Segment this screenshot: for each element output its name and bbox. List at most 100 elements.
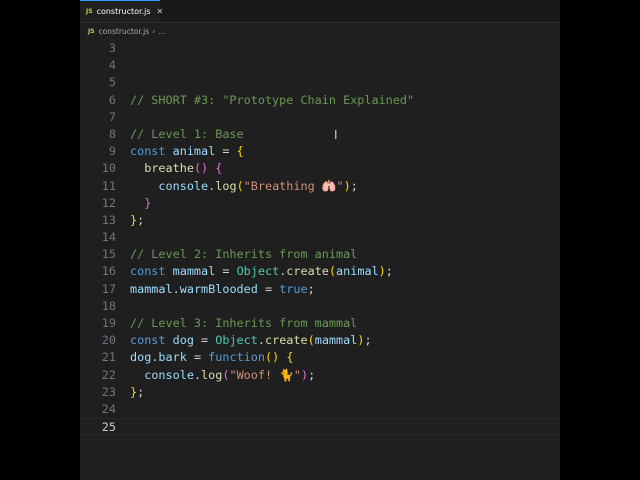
line-number: 23 bbox=[101, 384, 116, 399]
code-token: ) bbox=[343, 178, 351, 193]
code-token: { bbox=[215, 161, 223, 176]
code-token: ; bbox=[137, 384, 145, 399]
code-token: true bbox=[279, 281, 308, 296]
code-line[interactable]: 22 console.log("Woof! 🐈"); bbox=[80, 367, 560, 384]
code-line[interactable]: 6 // SHORT #3: "Prototype Chain Explained… bbox=[80, 92, 560, 109]
line-number: 10 bbox=[101, 161, 116, 176]
code-token: ( bbox=[236, 178, 244, 193]
code-area[interactable]: 3 4 5 6 // SHORT #3: "Prototype Chain Explai… bbox=[80, 40, 560, 436]
code-line[interactable]: 12 } bbox=[80, 195, 560, 212]
line-text: }; bbox=[130, 212, 144, 229]
line-text: // SHORT #3: "Prototype Chain Explained" bbox=[130, 92, 414, 109]
line-number: 9 bbox=[108, 144, 116, 159]
code-token: . bbox=[257, 333, 265, 348]
line-text: // Level 1: Base bbox=[130, 126, 244, 143]
code-token: function bbox=[208, 350, 265, 365]
code-token: () bbox=[264, 350, 280, 365]
code-token: = bbox=[215, 144, 237, 159]
code-token: . bbox=[193, 367, 202, 382]
code-token: dog bbox=[130, 350, 152, 365]
tab-bar: JS constructor.js ✕ bbox=[80, 0, 560, 23]
code-line[interactable]: 3 bbox=[80, 40, 560, 57]
line-number: 15 bbox=[101, 247, 116, 262]
line-number: 25 bbox=[101, 420, 116, 435]
code-line[interactable]: 24 bbox=[80, 401, 560, 418]
line-text: console.log("Breathing 🫁"); bbox=[130, 178, 357, 195]
code-token: // Level 2: Inherits from animal bbox=[130, 247, 358, 262]
tab-label: constructor.js bbox=[96, 7, 151, 16]
code-line[interactable]: 20 const dog = Object.create(mammal); bbox=[80, 332, 560, 349]
code-line[interactable]: 11 console.log("Breathing 🫁"); bbox=[80, 178, 560, 195]
code-token: ( bbox=[307, 333, 315, 348]
line-text: const mammal = Object.create(animal); bbox=[130, 263, 393, 280]
line-number: 21 bbox=[101, 350, 116, 365]
code-token: const bbox=[130, 264, 166, 279]
code-token: . bbox=[172, 281, 180, 296]
code-line[interactable]: 15 // Level 2: Inherits from animal bbox=[80, 246, 560, 263]
line-number: 18 bbox=[101, 298, 116, 313]
line-number: 8 bbox=[108, 126, 116, 141]
code-token: dog bbox=[172, 333, 194, 348]
code-line[interactable]: 14 bbox=[80, 229, 560, 246]
code-token: breathe bbox=[144, 161, 194, 176]
code-token: = bbox=[193, 333, 216, 348]
code-line[interactable]: 13}; bbox=[80, 212, 560, 229]
code-token: log bbox=[201, 367, 223, 382]
line-text: const dog = Object.create(mammal); bbox=[130, 332, 372, 349]
line-number: 4 bbox=[108, 58, 116, 73]
line-number: 20 bbox=[101, 333, 116, 348]
line-text: }; bbox=[130, 384, 144, 401]
code-line[interactable]: 18 bbox=[80, 298, 560, 315]
line-number: 11 bbox=[101, 178, 116, 193]
code-token: "Woof! 🐈" bbox=[229, 367, 301, 382]
code-line[interactable]: 9 const animal = { bbox=[80, 143, 560, 160]
code-token: = bbox=[257, 281, 280, 296]
line-text: breathe() { bbox=[130, 160, 222, 177]
line-number: 6 bbox=[108, 92, 116, 107]
code-line[interactable]: 5 bbox=[80, 74, 560, 91]
line-text: // Level 3: Inherits from mammal bbox=[130, 315, 357, 332]
code-line[interactable]: 21 dog.bark = function() { bbox=[80, 349, 560, 366]
code-token: console bbox=[158, 178, 209, 193]
code-token: // Level 1: Base bbox=[130, 126, 244, 141]
code-line[interactable]: 7 bbox=[80, 109, 560, 126]
breadcrumb-file[interactable]: constructor.js bbox=[99, 27, 150, 36]
code-token: { bbox=[286, 350, 294, 365]
mouse-ibeam-cursor-icon: I bbox=[334, 128, 338, 142]
code-token: console bbox=[144, 367, 194, 382]
line-number: 14 bbox=[101, 230, 116, 245]
code-token: ) bbox=[378, 264, 386, 279]
code-editor: JS constructor.js ✕ JS constructor.js › … bbox=[80, 0, 560, 480]
code-line[interactable]: 19 // Level 3: Inherits from mammal bbox=[80, 315, 560, 332]
code-line[interactable]: 23}; bbox=[80, 384, 560, 401]
code-line[interactable]: 4 bbox=[80, 57, 560, 74]
code-line[interactable]: 17 mammal.warmBlooded = true; bbox=[80, 281, 560, 298]
breadcrumb-more[interactable]: ... bbox=[158, 27, 165, 36]
code-line[interactable]: 10 breathe() { bbox=[80, 160, 560, 177]
code-line[interactable]: 16 const mammal = Object.create(animal); bbox=[80, 263, 560, 280]
line-text: mammal.warmBlooded = true; bbox=[130, 281, 315, 298]
line-text: dog.bark = function() { bbox=[130, 349, 293, 366]
code-token: ; bbox=[307, 281, 315, 296]
line-number: 24 bbox=[101, 401, 116, 416]
code-token: const bbox=[130, 333, 166, 348]
close-icon[interactable]: ✕ bbox=[157, 7, 164, 16]
code-token: "Breathing 🫁" bbox=[243, 178, 344, 193]
line-number: 22 bbox=[101, 367, 116, 382]
chevron-right-icon: › bbox=[152, 26, 156, 36]
code-token: = bbox=[215, 264, 237, 279]
code-token: () bbox=[193, 161, 209, 176]
code-line[interactable]: 25 bbox=[80, 418, 560, 436]
code-token: ; bbox=[137, 212, 145, 227]
code-line[interactable]: 8 // Level 1: Base bbox=[80, 126, 560, 143]
line-number: 5 bbox=[108, 75, 116, 90]
tab-constructor-js[interactable]: JS constructor.js ✕ bbox=[80, 0, 163, 22]
code-token: const bbox=[130, 144, 166, 159]
line-text: } bbox=[130, 195, 151, 212]
code-token: create bbox=[264, 333, 308, 348]
